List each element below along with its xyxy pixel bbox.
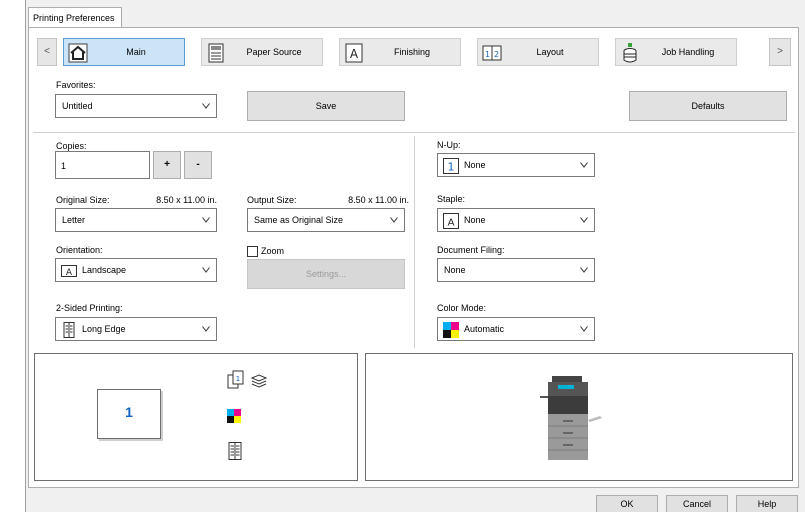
- color-mode-label: Color Mode:: [437, 303, 487, 313]
- staple-icon: A: [443, 213, 459, 229]
- favorites-value: Untitled: [62, 101, 93, 111]
- svg-text:2: 2: [494, 50, 499, 59]
- nav-prev-button[interactable]: <: [37, 38, 57, 66]
- nav-tab-job-handling[interactable]: Job Handling: [615, 38, 737, 66]
- staple-dropdown[interactable]: A None: [437, 208, 595, 232]
- copies-label: Copies:: [56, 141, 87, 151]
- favorites-dropdown[interactable]: Untitled: [55, 94, 217, 118]
- nav-tab-layout[interactable]: 1 2 Layout: [477, 38, 599, 66]
- svg-text:A: A: [66, 268, 73, 278]
- n-up-icon: 1: [443, 158, 459, 174]
- original-size-value: Letter: [62, 215, 86, 225]
- chevron-down-icon: [580, 326, 588, 332]
- original-size-dropdown[interactable]: Letter: [55, 208, 217, 232]
- copies-decrement-button[interactable]: -: [184, 151, 212, 179]
- printer-image: [540, 376, 602, 460]
- zoom-settings-button[interactable]: Settings...: [247, 259, 405, 289]
- chevron-down-icon: [202, 326, 210, 332]
- svg-text:1: 1: [448, 161, 455, 174]
- svg-text:1: 1: [485, 50, 490, 59]
- nav-tab-main-label: Main: [126, 47, 146, 57]
- staple-value: None: [464, 215, 486, 225]
- long-edge-icon: [228, 442, 242, 460]
- long-edge-icon: [63, 322, 75, 338]
- nav-next-button[interactable]: >: [769, 38, 791, 66]
- chevron-down-icon: [202, 217, 210, 223]
- two-sided-dropdown[interactable]: Long Edge: [55, 317, 217, 341]
- output-size-dropdown[interactable]: Same as Original Size: [247, 208, 405, 232]
- color-mode-icon: [227, 409, 241, 423]
- color-mode-icon: [443, 322, 459, 338]
- page-preview: 1: [97, 389, 161, 439]
- original-size-dims: 8.50 x 11.00 in.: [156, 195, 217, 205]
- printing-preferences-window: Printing Preferences < Main Paper Source…: [25, 0, 805, 512]
- job-handling-icon: [623, 43, 637, 63]
- nav-tab-main[interactable]: Main: [63, 38, 185, 66]
- cancel-button[interactable]: Cancel: [666, 495, 728, 512]
- output-size-label: Output Size:: [247, 195, 297, 205]
- two-sided-value: Long Edge: [82, 324, 126, 334]
- divider: [33, 132, 795, 133]
- n-up-dropdown[interactable]: 1 None: [437, 153, 595, 177]
- nav-tab-paper-source[interactable]: Paper Source: [201, 38, 323, 66]
- nav-tab-job-handling-label: Job Handling: [661, 47, 715, 57]
- chevron-down-icon: [580, 267, 588, 273]
- copies-value: 1: [61, 161, 67, 171]
- output-size-value: Same as Original Size: [254, 215, 344, 225]
- paper-source-icon: [208, 43, 224, 63]
- orientation-icon: A: [61, 265, 77, 278]
- tab-strip: Printing Preferences: [26, 0, 805, 28]
- color-mode-dropdown[interactable]: Automatic: [437, 317, 595, 341]
- copy-pages-icon: 1: [227, 370, 244, 389]
- nav-tab-layout-label: Layout: [536, 47, 564, 57]
- printer-preview-pane: [365, 353, 793, 481]
- divider: [414, 136, 415, 348]
- orientation-dropdown[interactable]: A Landscape: [55, 258, 217, 282]
- category-nav-bar: < Main Paper Source A Finishing 1 2 Layo…: [37, 36, 791, 68]
- zoom-label: Zoom: [261, 246, 285, 256]
- save-button[interactable]: Save: [247, 91, 405, 121]
- original-size-label: Original Size:: [56, 195, 110, 205]
- defaults-button[interactable]: Defaults: [629, 91, 787, 121]
- output-size-dims: 8.50 x 11.00 in.: [348, 195, 409, 205]
- layout-icon: 1 2: [482, 45, 502, 61]
- staple-label: Staple:: [437, 194, 466, 204]
- svg-text:A: A: [448, 218, 455, 229]
- zoom-checkbox[interactable]: [247, 246, 258, 257]
- copies-increment-button[interactable]: +: [153, 151, 181, 179]
- paper-stack-icon: [250, 374, 268, 388]
- orientation-label: Orientation:: [56, 245, 103, 255]
- main-panel: < Main Paper Source A Finishing 1 2 Layo…: [28, 27, 799, 488]
- tab-printing-preferences[interactable]: Printing Preferences: [28, 7, 122, 28]
- copies-input[interactable]: 1: [55, 151, 150, 179]
- chevron-down-icon: [390, 217, 398, 223]
- finishing-icon: A: [345, 43, 363, 63]
- document-filing-label: Document Filing:: [437, 245, 505, 255]
- chevron-down-icon: [202, 267, 210, 273]
- ok-button[interactable]: OK: [596, 495, 658, 512]
- color-mode-value: Automatic: [464, 324, 505, 334]
- svg-text:A: A: [350, 47, 359, 61]
- two-sided-label: 2-Sided Printing:: [56, 303, 123, 313]
- chevron-down-icon: [202, 103, 210, 109]
- favorites-label: Favorites:: [56, 80, 96, 90]
- document-filing-dropdown[interactable]: None: [437, 258, 595, 282]
- nav-tab-finishing[interactable]: A Finishing: [339, 38, 461, 66]
- settings-preview-pane: 1 1: [34, 353, 358, 481]
- svg-text:1: 1: [236, 375, 240, 383]
- chevron-down-icon: [580, 217, 588, 223]
- help-button[interactable]: Help: [736, 495, 798, 512]
- n-up-value: None: [464, 160, 486, 170]
- home-icon: [68, 43, 88, 63]
- nav-tab-finishing-label: Finishing: [393, 47, 431, 57]
- page-preview-number: 1: [125, 404, 133, 420]
- chevron-down-icon: [580, 162, 588, 168]
- orientation-value: Landscape: [82, 265, 127, 275]
- document-filing-value: None: [444, 265, 466, 275]
- n-up-label: N-Up:: [437, 140, 461, 150]
- nav-tab-paper-source-label: Paper Source: [246, 47, 302, 57]
